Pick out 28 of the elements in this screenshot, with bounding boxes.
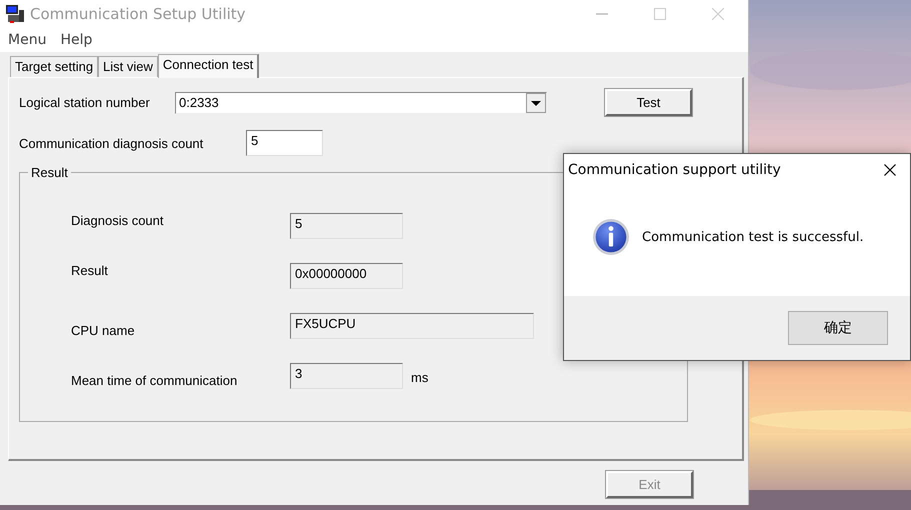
menu-item[interactable]: Menu — [8, 32, 46, 48]
result-field: 5 — [290, 213, 403, 239]
tab[interactable]: Target setting — [10, 56, 98, 77]
tab[interactable]: List view — [98, 56, 158, 77]
field-label: Diagnosis count — [71, 213, 164, 228]
station-dropdown[interactable]: 0:2333 — [175, 92, 547, 114]
field-label: CPU name — [71, 323, 136, 338]
field-label: Communication diagnosis count — [19, 136, 204, 150]
field-label: Mean time of communication — [71, 373, 238, 388]
dialog-title: Communication support utility — [568, 162, 781, 178]
count-field[interactable]: 5 — [246, 130, 323, 156]
menu-item[interactable]: Help — [60, 32, 92, 48]
info-icon — [592, 218, 630, 256]
maximize-icon[interactable] — [654, 8, 666, 20]
result-field: FX5UCPU — [290, 313, 534, 339]
unit-label: ms — [411, 370, 428, 385]
close-icon[interactable] — [884, 164, 896, 176]
ok-button[interactable]: 确定 — [788, 311, 888, 345]
result-field: 3 — [290, 363, 403, 389]
result-field: 0x00000000 — [290, 263, 403, 289]
computer-icon — [5, 4, 25, 24]
test-button[interactable]: Test — [605, 89, 692, 116]
field-label: Logical station number — [19, 95, 151, 110]
window-title: Communication Setup Utility — [30, 5, 246, 23]
group-title: Result — [28, 165, 71, 180]
dialog-message: Communication test is successful. — [642, 230, 864, 244]
field-label: Result — [71, 263, 109, 278]
tab[interactable]: Connection test — [158, 54, 260, 78]
